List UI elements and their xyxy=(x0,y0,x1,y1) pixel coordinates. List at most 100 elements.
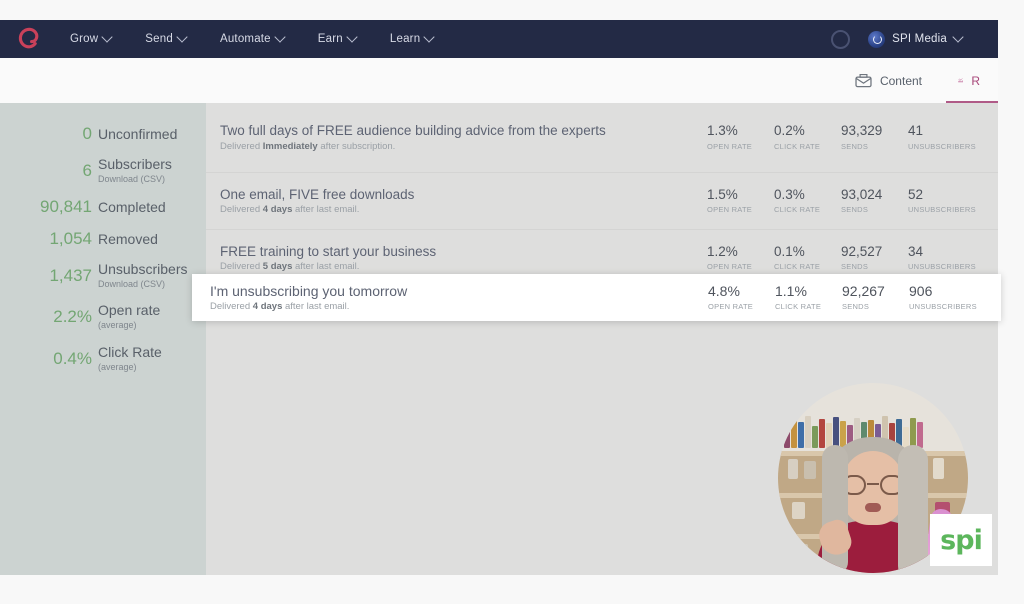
metric-open-rate: 1.2% OPEN RATE xyxy=(707,243,774,272)
table-row-highlighted[interactable]: I'm unsubscribing you tomorrow Delivered… xyxy=(192,274,1001,321)
metric-click-rate: 0.2% CLICK RATE xyxy=(774,123,841,151)
metric-label: SENDS xyxy=(842,302,870,312)
status-ring-icon[interactable] xyxy=(831,29,851,49)
email-title: I'm unsubscribing you tomorrow xyxy=(210,282,408,299)
account-name: SPI Media xyxy=(892,33,947,45)
nav-item-automate[interactable]: Automate xyxy=(220,31,286,45)
stat-open-rate: 2.2% Open rate (average) xyxy=(0,303,206,330)
bar-chart-icon xyxy=(958,78,963,83)
tab-list: Content R xyxy=(837,58,998,103)
delivery-prefix: Delivered xyxy=(220,204,263,216)
tab-content[interactable]: Content xyxy=(837,58,940,103)
stat-sub: (average) xyxy=(98,320,137,331)
metric-label: SENDS xyxy=(841,262,869,272)
row-metrics: 1.3% OPEN RATE 0.2% CLICK RATE 93,329 SE… xyxy=(707,123,998,151)
stat-value: 1,054 xyxy=(49,229,92,249)
metric-open-rate: 4.8% OPEN RATE xyxy=(708,283,775,312)
metric-value: 1.5% xyxy=(707,186,738,202)
metric-value: 0.2% xyxy=(774,123,805,139)
mail-icon xyxy=(855,73,872,88)
stat-subscribers: 6 Subscribers Download (CSV) xyxy=(0,155,206,185)
nav-item-label: Learn xyxy=(389,33,421,45)
metric-value: 93,024 xyxy=(841,186,883,202)
metric-label: SENDS xyxy=(841,141,869,151)
metric-label: OPEN RATE xyxy=(707,205,753,215)
metric-value: 0.3% xyxy=(774,186,805,202)
stat-value: 90,841 xyxy=(40,197,92,217)
nav-item-label: Send xyxy=(145,33,173,45)
email-delivery: Delivered 5 days after last email. xyxy=(220,261,707,272)
metric-unsubscribers: 41 UNSUBSCRIBERS xyxy=(908,123,986,151)
stat-sub: (average) xyxy=(98,361,137,372)
stat-completed: 90,841 Completed xyxy=(0,198,206,216)
metric-unsubscribers: 52 UNSUBSCRIBERS xyxy=(908,187,986,215)
stat-label: Unsubscribers xyxy=(98,261,188,277)
metric-click-rate: 1.1% CLICK RATE xyxy=(775,282,842,312)
metric-label: OPEN RATE xyxy=(708,302,754,312)
delivery-prefix: Delivered xyxy=(210,301,253,313)
delivery-suffix: after last email. xyxy=(292,204,360,216)
metric-label: UNSUBSCRIBERS xyxy=(908,205,976,215)
spi-logo-text: spi xyxy=(940,524,983,556)
metric-value: 93,329 xyxy=(841,123,883,139)
stat-value: 0.4% xyxy=(53,348,92,368)
metric-value: 34 xyxy=(908,243,924,259)
glasses-icon xyxy=(842,475,904,495)
delivery-prefix: Delivered xyxy=(220,140,263,152)
metric-value: 0.1% xyxy=(774,243,805,259)
delivery-suffix: after last email. xyxy=(292,261,360,273)
metric-sends: 92,267 SENDS xyxy=(842,283,909,312)
metric-unsubscribers: 34 UNSUBSCRIBERS xyxy=(908,243,986,272)
metric-click-rate: 0.1% CLICK RATE xyxy=(774,243,841,272)
delivery-timing: 4 days xyxy=(252,301,283,313)
email-delivery: Delivered Immediately after subscription… xyxy=(220,141,707,152)
stat-label: Click Rate xyxy=(98,343,162,360)
metric-open-rate: 1.3% OPEN RATE xyxy=(707,123,774,151)
stat-label: Subscribers xyxy=(98,155,172,172)
row-metrics: 1.2% OPEN RATE 0.1% CLICK RATE 92,527 SE… xyxy=(707,243,998,272)
tab-reports[interactable]: R xyxy=(940,58,998,103)
hair-front-right xyxy=(898,445,928,573)
account-menu[interactable]: SPI Media xyxy=(868,30,964,48)
metric-value: 1.1% xyxy=(775,282,807,299)
stat-label: Removed xyxy=(98,231,158,248)
table-row[interactable]: Two full days of FREE audience building … xyxy=(206,103,998,173)
metric-label: UNSUBSCRIBERS xyxy=(908,141,976,151)
metric-label: CLICK RATE xyxy=(774,205,821,215)
metric-unsubscribers: 906 UNSUBSCRIBERS xyxy=(909,282,987,312)
delivery-suffix: after subscription. xyxy=(317,140,396,152)
chevron-down-icon xyxy=(176,31,188,43)
metric-value: 1.2% xyxy=(707,243,738,259)
row-metrics: 1.5% OPEN RATE 0.3% CLICK RATE 93,024 SE… xyxy=(707,186,998,215)
nav-item-earn[interactable]: Earn xyxy=(318,31,358,45)
download-csv-link[interactable]: Download (CSV) xyxy=(98,174,172,185)
stat-unconfirmed: 0 Unconfirmed xyxy=(0,125,206,143)
tab-label: R xyxy=(971,73,980,88)
delivery-prefix: Delivered xyxy=(220,261,263,273)
metric-label: UNSUBSCRIBERS xyxy=(908,262,976,272)
metric-sends: 93,024 SENDS xyxy=(841,186,908,215)
stat-label: Unconfirmed xyxy=(98,126,178,142)
metric-value: 906 xyxy=(909,282,933,299)
nav-item-grow[interactable]: Grow xyxy=(70,31,113,45)
nav-item-send[interactable]: Send xyxy=(145,31,188,45)
metric-open-rate: 1.5% OPEN RATE xyxy=(707,186,774,215)
email-title: Two full days of FREE audience building … xyxy=(220,123,606,139)
metric-label: UNSUBSCRIBERS xyxy=(909,302,977,312)
delivery-timing: 5 days xyxy=(262,261,293,273)
nav-right-group: SPI Media xyxy=(831,29,998,49)
metric-label: CLICK RATE xyxy=(774,262,821,272)
stat-value: 1,437 xyxy=(49,265,92,285)
metric-click-rate: 0.3% CLICK RATE xyxy=(774,186,841,215)
nav-item-label: Grow xyxy=(70,33,99,45)
stat-label: Completed xyxy=(98,199,166,216)
email-delivery: Delivered 4 days after last email. xyxy=(210,301,708,312)
chevron-down-icon xyxy=(274,31,286,43)
stat-click-rate: 0.4% Click Rate (average) xyxy=(0,343,206,372)
delivery-timing: Immediately xyxy=(262,140,318,152)
convertkit-logo-icon[interactable] xyxy=(14,25,42,53)
nav-item-learn[interactable]: Learn xyxy=(389,31,435,45)
download-csv-link[interactable]: Download (CSV) xyxy=(98,279,187,290)
table-row[interactable]: One email, FIVE free downloads Delivered… xyxy=(206,173,998,230)
metric-label: CLICK RATE xyxy=(775,302,822,312)
